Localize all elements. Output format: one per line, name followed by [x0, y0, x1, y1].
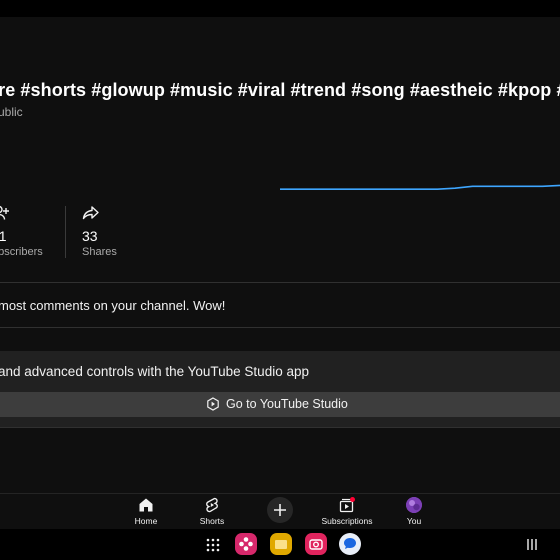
subscribers-count: 11	[0, 228, 7, 244]
system-navigation-bar	[0, 529, 560, 560]
subscribers-label: ubscribers	[0, 246, 43, 258]
create-button[interactable]	[267, 497, 293, 523]
home-icon	[139, 498, 153, 512]
person-add-icon	[0, 205, 9, 220]
nav-you[interactable]: You	[374, 497, 454, 526]
nav-shorts[interactable]: Shorts	[172, 497, 252, 526]
shares-count: 33	[82, 228, 98, 244]
chart-series-line	[280, 184, 560, 191]
subscribers-stat: 11 ubscribers	[0, 204, 43, 258]
avatar	[406, 497, 422, 513]
video-analytics-panel: are #shorts #glowup #music #viral #trend…	[0, 17, 560, 493]
messages-app-icon[interactable]	[339, 533, 361, 555]
camera-icon	[309, 539, 323, 550]
shares-stat: 33 Shares	[82, 204, 117, 258]
studio-promo-text: and advanced controls with the YouTube S…	[0, 364, 309, 379]
youtube-studio-icon	[207, 397, 219, 411]
flower-app-icon[interactable]	[235, 533, 257, 555]
views-line-chart	[280, 184, 560, 191]
notification-dot	[350, 497, 355, 502]
chat-bubble-icon	[344, 538, 356, 549]
milestone-message: most comments on your channel. Wow!	[0, 298, 226, 313]
nav-shorts-label: Shorts	[199, 516, 225, 526]
notes-app-icon[interactable]	[270, 533, 292, 555]
go-to-studio-label: Go to YouTube Studio	[226, 397, 348, 411]
avatar-image	[406, 497, 422, 513]
video-title: are #shorts #glowup #music #viral #trend…	[0, 80, 560, 100]
shares-label: Shares	[82, 246, 117, 258]
divider	[0, 282, 560, 283]
studio-promo-card: and advanced controls with the YouTube S…	[0, 351, 560, 427]
go-to-studio-button[interactable]: Go to YouTube Studio	[0, 392, 560, 417]
visibility-status: ublic	[0, 105, 23, 119]
subscriptions-icon	[339, 497, 355, 513]
nav-you-label: You	[406, 516, 422, 526]
stat-divider	[65, 206, 66, 258]
plus-icon	[274, 504, 286, 516]
camera-app-icon[interactable]	[305, 533, 327, 555]
flower-icon	[239, 537, 253, 551]
status-bar	[0, 0, 560, 17]
divider	[0, 427, 560, 428]
divider	[0, 327, 560, 328]
share-icon	[82, 206, 99, 220]
folder-icon	[275, 540, 287, 549]
app-drawer-icon[interactable]	[206, 538, 220, 552]
recent-apps-icon[interactable]	[526, 538, 538, 551]
shorts-icon	[206, 497, 218, 513]
bottom-navigation: Home Shorts Subscriptions You	[0, 493, 560, 529]
